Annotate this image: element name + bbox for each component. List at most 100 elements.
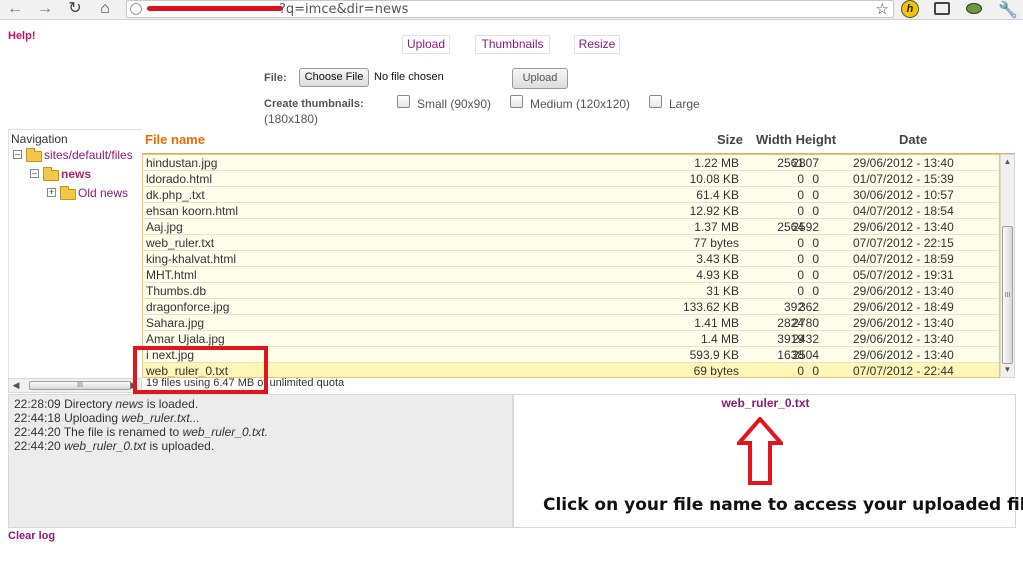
column-header-name[interactable]: File name (145, 132, 205, 147)
expand-icon[interactable]: + (47, 188, 56, 197)
file-size: 77 bytes (693, 236, 739, 250)
star-icon[interactable]: ☆ (876, 0, 889, 18)
file-name[interactable]: Amar Ujala.jpg (146, 332, 225, 346)
eye-extension-icon[interactable] (966, 3, 982, 14)
file-name[interactable]: Thumbs.db (146, 284, 206, 298)
scroll-down-icon[interactable]: ▼ (1001, 363, 1014, 377)
file-width: 0 (797, 284, 804, 298)
navigation-title: Navigation (11, 132, 68, 146)
file-name[interactable]: dragonforce.jpg (146, 300, 229, 314)
file-name[interactable]: Sahara.jpg (146, 316, 204, 330)
log-line: 22:44:20 The file is renamed to web_rule… (14, 425, 268, 439)
collapse-icon[interactable]: – (13, 150, 22, 159)
file-name[interactable]: web_ruler.txt (146, 236, 214, 250)
file-row[interactable]: Thumbs.db 31 KB 0 0 29/06/2012 - 13:40 (143, 283, 999, 299)
column-header-width-height[interactable]: Width Height (756, 132, 836, 147)
file-row[interactable]: Sahara.jpg 1.41 MB 2824 2780 29/06/2012 - 13… (143, 315, 999, 331)
log-line: 22:28:09 Directory news is loaded. (14, 397, 198, 411)
log-message: Directory (64, 397, 113, 411)
column-header-date[interactable]: Date (899, 132, 927, 147)
large-thumbnail-label: Large (669, 97, 700, 111)
scroll-thumb[interactable]: III (29, 381, 131, 390)
log-pane: 22:28:09 Directory news is loaded. 22:44:… (8, 394, 513, 528)
tree-label-old-news[interactable]: Old news (78, 186, 128, 200)
folder-icon (43, 167, 59, 181)
file-name[interactable]: Aaj.jpg (146, 220, 183, 234)
help-link[interactable]: Help! (8, 30, 36, 42)
file-row[interactable]: Amar Ujala.jpg 1.4 MB 3919 2432 29/06/2012 -… (143, 331, 999, 347)
file-date: 04/07/2012 - 18:59 (853, 252, 954, 266)
navigation-scrollbar[interactable]: ◀ III ▶ (8, 378, 142, 393)
file-height: 0 (812, 172, 819, 186)
file-size: 12.92 KB (689, 204, 739, 218)
file-row[interactable]: hindustan.jpg 1.22 MB 2561 2807 29/06/2012 -… (143, 155, 999, 171)
file-size: 3.43 KB (696, 252, 739, 266)
file-row[interactable]: ehsan koorn.html 12.92 KB 0 0 04/07/2012 - 1… (143, 203, 999, 219)
scroll-left-icon[interactable]: ◀ (9, 379, 23, 392)
file-width: 0 (797, 364, 804, 378)
tab-upload[interactable]: Upload (402, 35, 450, 54)
home-icon[interactable]: ⌂ (94, 0, 116, 18)
wrench-icon[interactable]: 🔧 (998, 0, 1018, 20)
file-height: 362 (798, 300, 819, 314)
tab-resize[interactable]: Resize (574, 35, 620, 54)
file-date: 07/07/2012 - 22:44 (853, 364, 954, 378)
file-size: 4.93 KB (696, 268, 739, 282)
file-height: 0 (812, 204, 819, 218)
file-date: 29/06/2012 - 13:40 (853, 156, 954, 170)
back-icon[interactable]: ← (4, 0, 26, 18)
file-name[interactable]: ldorado.html (146, 172, 212, 186)
file-list-scrollbar[interactable]: ▲ III ▼ (1000, 154, 1015, 378)
file-row[interactable]: dk.php_.txt 61.4 KB 0 0 30/06/2012 - 10:57 (143, 187, 999, 203)
choose-file-button[interactable]: Choose File (299, 68, 369, 87)
log-message: The file is renamed to (63, 425, 180, 439)
file-list: hindustan.jpg 1.22 MB 2561 2807 29/06/2012 -… (142, 154, 1000, 378)
upload-button[interactable]: Upload (512, 68, 568, 89)
large-thumbnail-size: (180x180) (264, 112, 319, 126)
scroll-up-icon[interactable]: ▲ (1001, 155, 1014, 169)
file-row[interactable]: i next.jpg 593.9 KB 1638 2504 29/06/2012 - 1… (143, 347, 999, 363)
file-row[interactable]: MHT.html 4.93 KB 0 0 05/07/2012 - 19:31 (143, 267, 999, 283)
file-name[interactable]: dk.php_.txt (146, 188, 205, 202)
log-emphasis: web_ruler_0.txt (64, 439, 147, 453)
file-row[interactable]: Aaj.jpg 1.37 MB 2564 2592 29/06/2012 - 13:40 (143, 219, 999, 235)
clear-log-link[interactable]: Clear log (8, 530, 55, 542)
file-row[interactable]: dragonforce.jpg 133.62 KB 392 362 29/06/2012… (143, 299, 999, 315)
file-name[interactable]: king-khalvat.html (146, 252, 236, 266)
file-width: 0 (797, 172, 804, 186)
log-emphasis: news (115, 397, 144, 411)
instruction-text: Click on your file name to access your u… (543, 495, 1023, 515)
window-extension-icon[interactable] (934, 2, 950, 15)
file-row[interactable]: ldorado.html 10.08 KB 0 0 01/07/2012 - 15:39 (143, 171, 999, 187)
file-date: 29/06/2012 - 13:40 (853, 220, 954, 234)
large-thumbnail-checkbox[interactable] (649, 95, 662, 108)
file-row[interactable]: king-khalvat.html 3.43 KB 0 0 04/07/2012 - 1… (143, 251, 999, 267)
file-name[interactable]: ehsan koorn.html (146, 204, 238, 218)
file-row[interactable]: web_ruler.txt 77 bytes 0 0 07/07/2012 - 22:1… (143, 235, 999, 251)
tree-label-root[interactable]: sites/default/files (44, 148, 133, 162)
medium-thumbnail-checkbox[interactable] (510, 95, 523, 108)
forward-icon[interactable]: → (34, 0, 56, 18)
file-size: 10.08 KB (689, 172, 739, 186)
file-size: 61.4 KB (696, 188, 739, 202)
tree-label-news[interactable]: news (61, 167, 91, 181)
tab-thumbnails[interactable]: Thumbnails (475, 35, 550, 54)
highlight-box (133, 346, 268, 394)
log-time: 22:28:09 (14, 397, 61, 411)
file-name[interactable]: hindustan.jpg (146, 156, 217, 170)
file-height: 2807 (792, 156, 819, 170)
file-name[interactable]: MHT.html (146, 268, 197, 282)
file-list-header: File name Size Width Height Date (142, 129, 1015, 154)
collapse-icon[interactable]: – (30, 169, 39, 178)
reload-icon[interactable]: ↻ (64, 0, 86, 18)
file-size: 1.41 MB (694, 316, 739, 330)
h-extension-icon[interactable]: h (901, 0, 919, 18)
column-header-size[interactable]: Size (717, 132, 743, 147)
scroll-thumb[interactable]: III (1002, 226, 1013, 364)
file-date: 01/07/2012 - 15:39 (853, 172, 954, 186)
address-bar[interactable]: ?q=imce&dir=news ☆ (126, 0, 894, 18)
file-row[interactable]: web_ruler_0.txt 69 bytes 0 0 07/07/2012 - 22… (143, 363, 999, 378)
small-thumbnail-checkbox[interactable] (397, 95, 410, 108)
up-arrow-icon (737, 417, 783, 485)
preview-filename-link[interactable]: web_ruler_0.txt (514, 396, 1017, 410)
